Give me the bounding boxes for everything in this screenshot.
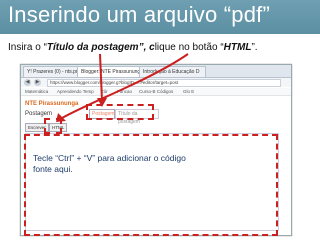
browser-tab[interactable]: Introdução à Educação D	[139, 66, 206, 77]
address-bar: ◀ ▶ https://www.blogger.com/blogger.g?bl…	[21, 78, 291, 87]
bookmark-item[interactable]: Matemática	[25, 88, 48, 95]
forward-icon[interactable]: ▶	[34, 79, 41, 86]
subtitle-mid: lique no botão “	[154, 42, 224, 53]
tab-bar: Y! Prazeres (0) - nts.pmpassos Blogger: …	[21, 65, 291, 78]
slide-header: Inserindo um arquivo “pdf”	[0, 0, 320, 34]
bookmark-item[interactable]: Glo E	[183, 88, 194, 95]
editor-highlight-box	[24, 134, 278, 236]
bookmark-item[interactable]: Funcao	[117, 88, 132, 95]
bookmarks-bar: Matemática Aprendendo Temp Zôr Funcao Cu…	[21, 88, 291, 96]
title-highlight-box	[86, 104, 154, 120]
subtitle-bold-title: Título da postagem”, c	[46, 42, 155, 53]
bookmark-item[interactable]: Aprendendo Temp	[57, 88, 94, 95]
post-title-label: Postagem	[25, 111, 53, 117]
browser-tab[interactable]: Y! Prazeres (0) - nts.pmpassos	[23, 66, 80, 77]
back-icon[interactable]: ◀	[24, 79, 31, 86]
html-highlight-box	[44, 118, 62, 134]
subtitle-prefix: Insira o “	[8, 42, 47, 53]
bookmark-item[interactable]: Zôr	[101, 88, 108, 95]
slide-title: Inserindo um arquivo “pdf”	[8, 2, 270, 27]
bookmark-item[interactable]: Curso-B Códigos	[139, 88, 173, 95]
subtitle-suffix: ”.	[251, 42, 258, 53]
subtitle-bold-html: HTML	[223, 42, 252, 53]
url-field[interactable]: https://www.blogger.com/blogger.g?blogID…	[47, 79, 281, 87]
slide-subtitle: Insira o “Título da postagem”, clique no…	[8, 42, 258, 53]
browser-tab-active[interactable]: Blogger: NTE Pirassununga	[77, 66, 142, 77]
blogger-logo: NTE Pirassununga	[25, 101, 79, 107]
